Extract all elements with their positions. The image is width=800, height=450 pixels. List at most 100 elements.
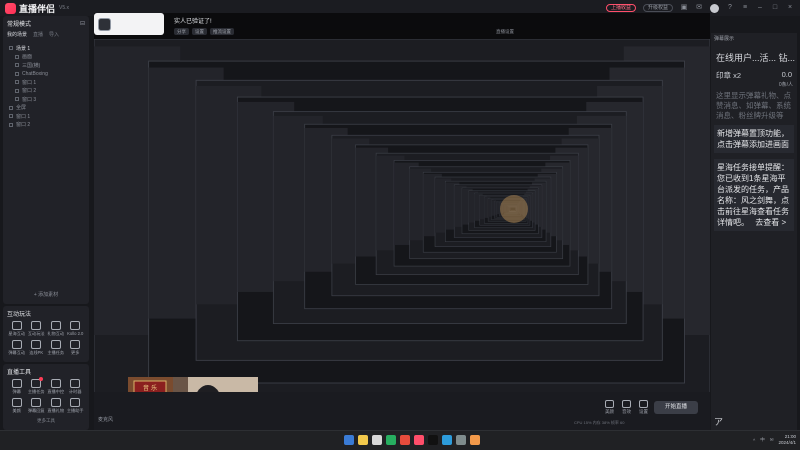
scene-layout-icon[interactable]: ⊟ xyxy=(80,20,85,27)
room-control[interactable]: 直播设置 xyxy=(496,29,514,35)
clock[interactable]: 21:00 2024/4/1 xyxy=(778,434,796,446)
interactive-tool-icon xyxy=(31,321,42,330)
interactive-tool[interactable]: 礼物互动 xyxy=(46,321,66,337)
live-tool[interactable]: 美颜 xyxy=(7,398,27,414)
menu-icon[interactable]: ≡ xyxy=(741,4,749,12)
live-tool[interactable]: 主播任务 xyxy=(27,377,47,395)
scene-item[interactable]: 窗口 2 xyxy=(7,87,85,96)
live-tool[interactable]: 直播礼物 xyxy=(46,398,66,414)
taskbar-app-icon[interactable] xyxy=(456,435,466,445)
taskbar-app-icon[interactable] xyxy=(358,435,368,445)
interactive-tool-label: 主播任务 xyxy=(47,350,65,355)
scene-item[interactable]: 窗口 1 xyxy=(7,78,85,87)
interactive-tool-icon xyxy=(11,321,22,330)
view-task-link[interactable]: 去查看 > xyxy=(755,217,786,228)
taskbar-app-icon[interactable] xyxy=(344,435,354,445)
scene-tabs: 我的场景 直播 导入 xyxy=(7,31,85,38)
minimize-icon[interactable]: – xyxy=(756,4,764,12)
scene-checkbox[interactable] xyxy=(9,105,13,110)
taskbar-app-icon[interactable] xyxy=(372,435,382,445)
scene-item[interactable]: 窗口 3 xyxy=(7,95,85,104)
app-logo: 直播伴侣 V5.x xyxy=(0,2,69,15)
interactive-tool[interactable]: 主播任务 xyxy=(46,340,66,356)
scene-item[interactable]: 画面 xyxy=(7,53,85,62)
user-avatar[interactable] xyxy=(710,3,719,13)
app-title: 直播伴侣 xyxy=(19,3,56,14)
live-tool[interactable]: 主播助手 xyxy=(66,398,86,414)
start-live-button[interactable]: 开始直播 xyxy=(654,401,698,414)
interactive-tool[interactable]: 更多 xyxy=(66,340,86,356)
message-icon[interactable]: ✉ xyxy=(695,4,703,12)
taskbar-app-icon[interactable] xyxy=(414,435,424,445)
stream-settings-chip[interactable]: 推流设置 xyxy=(210,28,234,35)
scene-item[interactable]: 窗口 1 xyxy=(7,112,85,121)
scene-checkbox[interactable] xyxy=(15,88,19,93)
scene-checkbox[interactable] xyxy=(9,122,13,127)
live-tool[interactable]: 计时器 xyxy=(66,379,86,395)
maximize-icon[interactable]: □ xyxy=(771,4,779,12)
sound-icon xyxy=(622,400,631,408)
interactive-tool-label: 弹幕互动 xyxy=(8,350,26,355)
interactive-tool-icon xyxy=(70,340,81,349)
add-source-button[interactable]: + 添加素材 xyxy=(3,291,89,298)
settings-label: 设置 xyxy=(639,409,648,414)
scene-checkbox[interactable] xyxy=(15,71,19,76)
system-tray: ^ 中 ✉ 21:00 2024/4/1 xyxy=(753,434,796,446)
scene-item[interactable]: ChatBoxing xyxy=(7,70,85,79)
share-chip[interactable]: 分享 xyxy=(174,28,189,35)
help-icon[interactable]: ? xyxy=(726,4,734,12)
upgrade-pill[interactable]: 升级权益 xyxy=(642,4,673,12)
live-tool[interactable]: 直播中控 xyxy=(46,379,66,395)
live-tool[interactable]: 弹幕 xyxy=(7,379,27,395)
taskbar-app-icon[interactable] xyxy=(470,435,480,445)
notification-icon[interactable]: ✉ xyxy=(770,437,774,443)
scene-checkbox[interactable] xyxy=(15,63,19,68)
live-tool-label: 主播助手 xyxy=(66,408,84,413)
interactive-tool[interactable]: 星海互动 xyxy=(7,321,27,337)
scene-checkbox[interactable] xyxy=(15,54,19,59)
online-users[interactable]: 在线用户...活... 钻... xyxy=(711,42,797,64)
live-tool[interactable]: 弹幕回复 xyxy=(27,398,47,414)
settings-chip[interactable]: 设置 xyxy=(192,28,207,35)
interactive-tool[interactable]: 弹幕互动 xyxy=(7,340,27,356)
pin-feature-notice[interactable]: 新增弹幕置顶功能，点击弹幕添加进画面 xyxy=(714,125,794,153)
scene-item[interactable]: 三国(横) xyxy=(7,61,85,70)
ime-indicator[interactable]: 中 xyxy=(760,437,765,443)
tray-expand-icon[interactable]: ^ xyxy=(753,438,755,443)
scene-item[interactable]: 全屏 xyxy=(7,104,85,113)
earnings-pill[interactable]: 上播收益 xyxy=(605,4,636,12)
interactive-grid: 星海互动 互动玩法 礼物互动 Kollo 2.0 弹幕互动 连线PK 主播任务 更多 xyxy=(7,321,85,356)
tab-import[interactable]: 导入 xyxy=(49,31,59,38)
interactive-tool[interactable]: Kollo 2.0 xyxy=(66,321,86,337)
taskbar-app-icon[interactable] xyxy=(386,435,396,445)
taskbar-app-icon[interactable] xyxy=(400,435,410,445)
tools-title: 直播工具 xyxy=(7,370,32,376)
live-tool-icon xyxy=(31,377,44,388)
scene-checkbox[interactable] xyxy=(9,46,13,51)
scene-checkbox[interactable] xyxy=(15,80,19,85)
gift-icon[interactable]: ▣ xyxy=(680,4,688,12)
live-preview[interactable]: 实人已验证了! 分享 设置 推流设置 直播设置 音 乐 坊 麦克风 CPU 15… xyxy=(94,13,710,430)
scene-checkbox[interactable] xyxy=(15,97,19,102)
host-card[interactable] xyxy=(94,13,164,35)
beauty-button[interactable]: 美颜 xyxy=(605,400,614,415)
room-chips: 分享 设置 推流设置 xyxy=(174,28,234,35)
scene-item[interactable]: 场景 1 xyxy=(7,44,85,53)
interactive-tool[interactable]: 连线PK xyxy=(27,340,47,356)
settings-button[interactable]: 设置 xyxy=(639,400,648,415)
danmaku-input[interactable]: ア xyxy=(714,415,794,427)
mode-selector[interactable]: 常规模式 xyxy=(7,19,31,28)
scene-item[interactable]: 窗口 2 xyxy=(7,121,85,130)
sound-button[interactable]: 音效 xyxy=(622,400,631,415)
live-tool-label: 直播礼物 xyxy=(47,408,65,413)
mic-control[interactable]: 麦克风 xyxy=(98,416,113,423)
tab-live[interactable]: 直播 xyxy=(33,31,43,38)
scene-checkbox[interactable] xyxy=(9,114,13,119)
interactive-tool[interactable]: 互动玩法 xyxy=(27,321,47,337)
taskbar-app-icon[interactable] xyxy=(442,435,452,445)
taskbar-app-icon[interactable] xyxy=(428,435,438,445)
close-icon[interactable]: × xyxy=(786,4,794,12)
live-tool-label: 计时器 xyxy=(68,389,82,394)
more-tools-button[interactable]: 更多工具 xyxy=(7,418,85,424)
tab-my-scenes[interactable]: 我的场景 xyxy=(7,31,27,38)
